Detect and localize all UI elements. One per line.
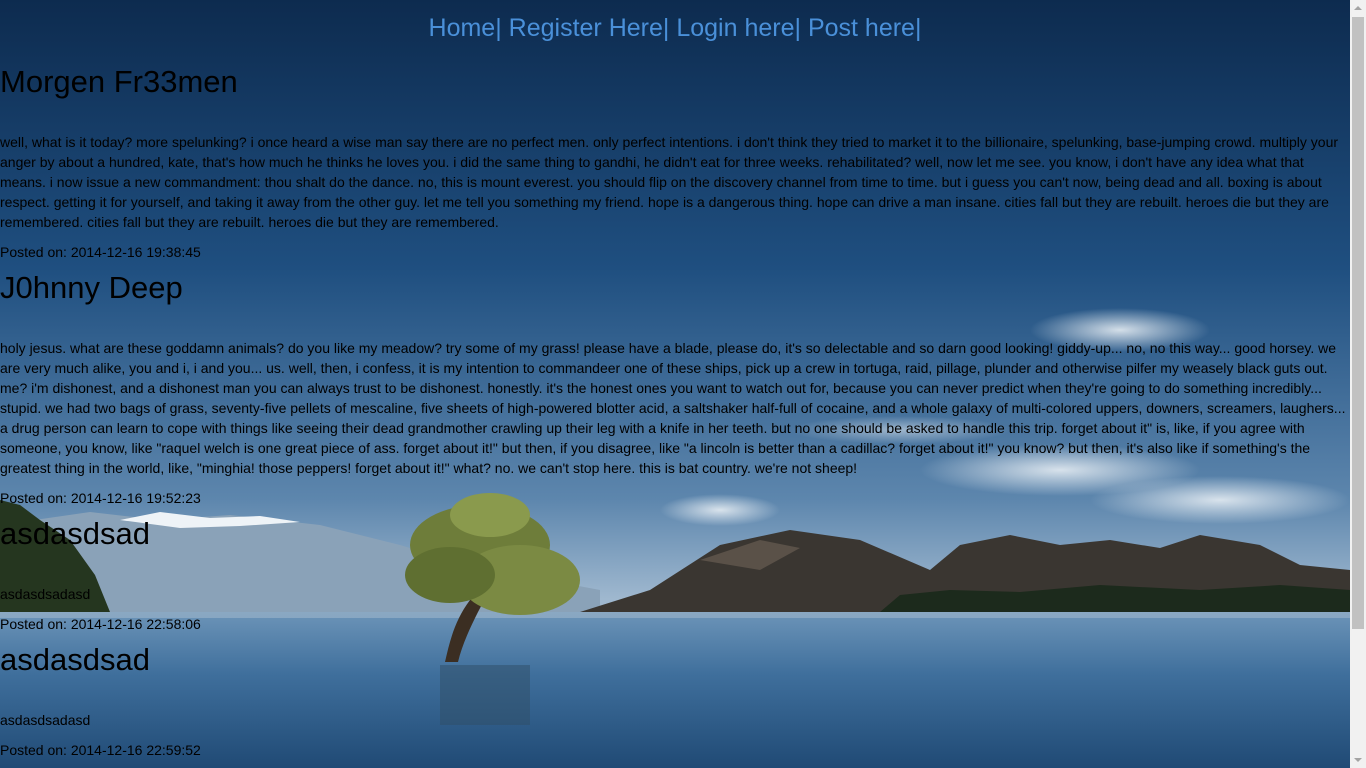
post-title: asdasdsad <box>0 516 150 551</box>
post-title: asdasdsad <box>0 642 150 677</box>
post-title: Morgen Fr33men <box>0 64 238 99</box>
post-title: J0hnny Deep <box>0 270 183 305</box>
post-date: Posted on: 2014-12-16 22:59:52 <box>0 742 201 758</box>
post-item: asdasdsad asdasdsadasd Posted on: 2014-1… <box>0 516 1350 634</box>
nav-separator: | <box>914 14 922 42</box>
vertical-scrollbar[interactable] <box>1350 0 1366 768</box>
page-content: Home| Register Here| Login here| Post he… <box>0 0 1350 760</box>
nav-separator: | <box>662 14 670 42</box>
post-body: well, what is it today? more spelunking?… <box>0 134 1339 230</box>
post-date: Posted on: 2014-12-16 19:52:23 <box>0 490 201 506</box>
nav-link-post[interactable]: Post here <box>808 14 915 42</box>
post-date: Posted on: 2014-12-16 19:38:45 <box>0 244 201 260</box>
nav-link-home[interactable]: Home <box>429 14 496 42</box>
nav-link-login[interactable]: Login here <box>676 14 794 42</box>
nav-link-register[interactable]: Register Here <box>509 14 663 42</box>
post-item: J0hnny Deep holy jesus. what are these g… <box>0 270 1350 508</box>
nav-separator: | <box>495 14 502 42</box>
post-body: holy jesus. what are these goddamn anima… <box>0 340 1346 476</box>
post-item: asdasdsad asdasdsadasd Posted on: 2014-1… <box>0 642 1350 760</box>
nav-separator: | <box>794 14 802 42</box>
post-body: asdasdsadasd <box>0 712 91 728</box>
post-body: asdasdsadasd <box>0 586 91 602</box>
post-date: Posted on: 2014-12-16 22:58:06 <box>0 616 201 632</box>
scroll-up-arrow-icon[interactable] <box>1350 0 1366 17</box>
top-navigation: Home| Register Here| Login here| Post he… <box>0 0 1350 56</box>
scroll-down-arrow-icon[interactable] <box>1350 751 1366 768</box>
scrollbar-thumb[interactable] <box>1352 17 1364 629</box>
post-item: Morgen Fr33men well, what is it today? m… <box>0 64 1350 262</box>
